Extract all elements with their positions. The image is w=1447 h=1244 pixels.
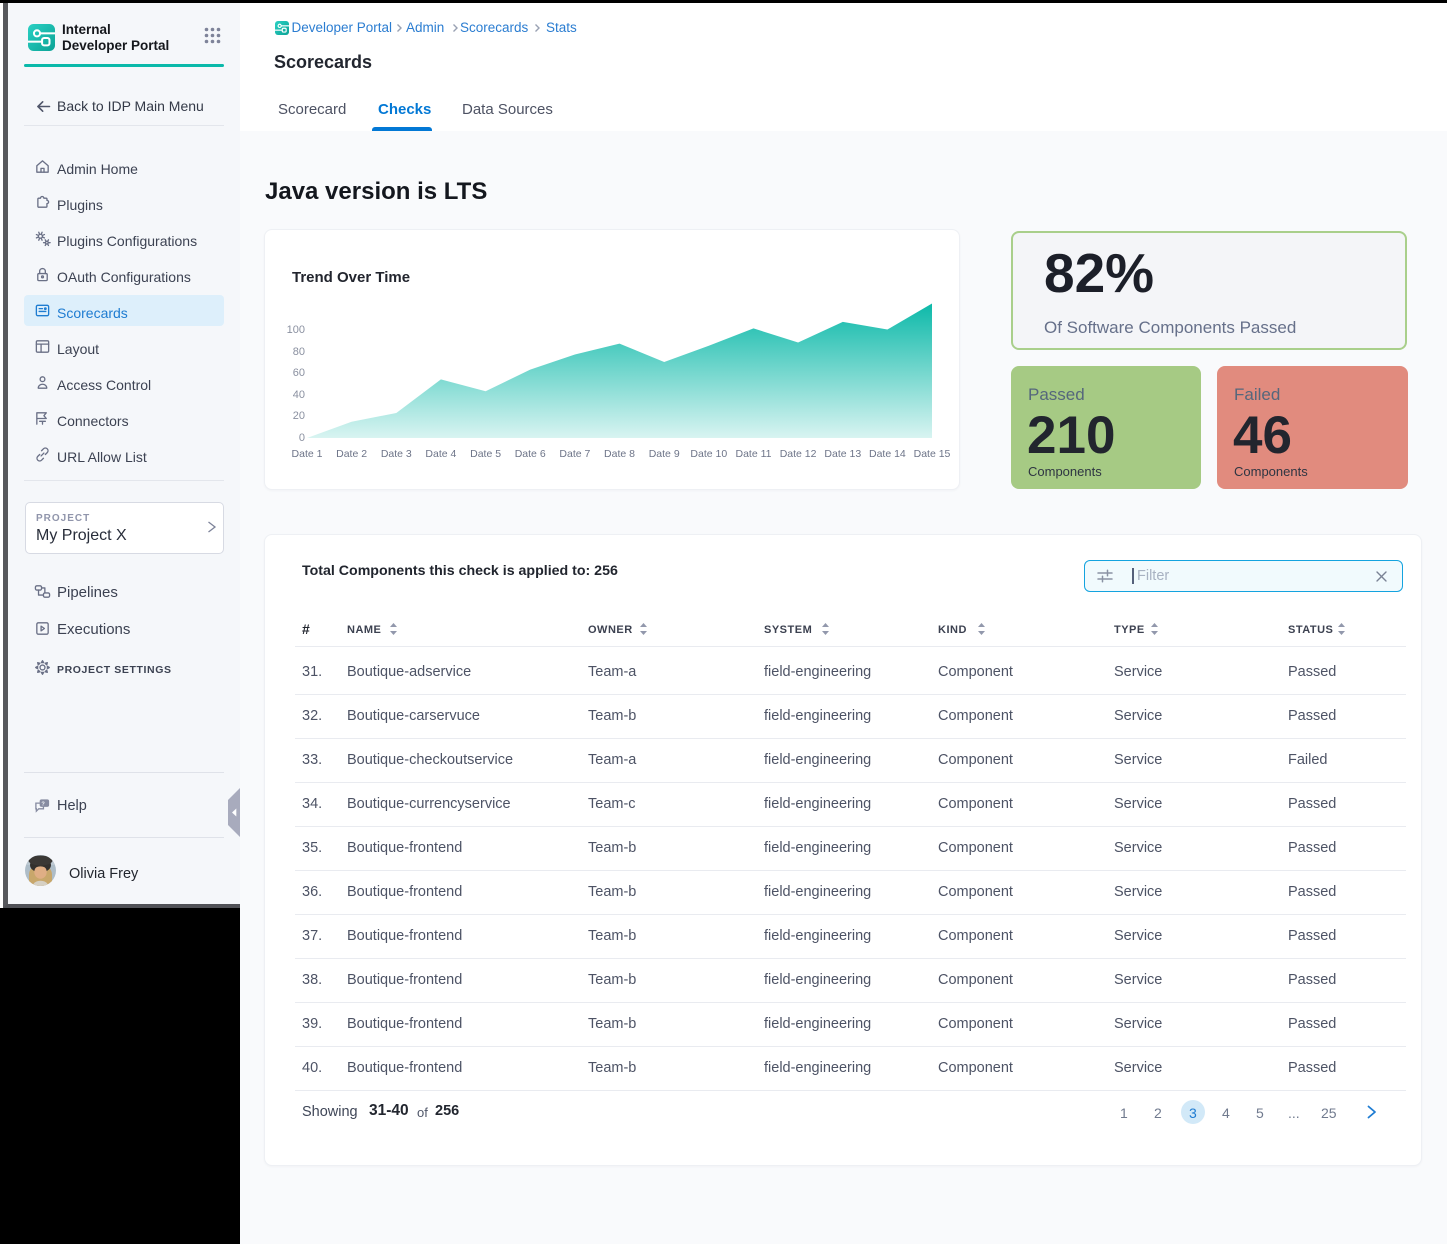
svg-text:Date 5: Date 5 <box>470 448 501 460</box>
svg-text:?: ? <box>41 802 45 808</box>
svg-text:Date 14: Date 14 <box>869 448 906 460</box>
svg-text:40: 40 <box>293 389 305 401</box>
svg-text:20: 20 <box>293 410 305 422</box>
svg-text:Date 7: Date 7 <box>559 448 590 460</box>
svg-text:Date 2: Date 2 <box>336 448 367 460</box>
svg-text:Date 8: Date 8 <box>604 448 635 460</box>
svg-text:Date 10: Date 10 <box>690 448 727 460</box>
svg-text:Date 12: Date 12 <box>780 448 817 460</box>
svg-text:Date 9: Date 9 <box>649 448 680 460</box>
svg-text:100: 100 <box>287 324 305 336</box>
svg-text:Date 4: Date 4 <box>425 448 456 460</box>
svg-text:Date 6: Date 6 <box>515 448 546 460</box>
svg-text:Date 11: Date 11 <box>736 448 772 460</box>
svg-text:0: 0 <box>299 432 305 444</box>
svg-text:Date 13: Date 13 <box>824 448 861 460</box>
svg-text:60: 60 <box>293 367 305 379</box>
svg-text:Date 1: Date 1 <box>292 448 323 460</box>
svg-text:80: 80 <box>293 346 305 358</box>
svg-text:Date 15: Date 15 <box>914 448 951 460</box>
svg-text:Date 3: Date 3 <box>381 448 412 460</box>
